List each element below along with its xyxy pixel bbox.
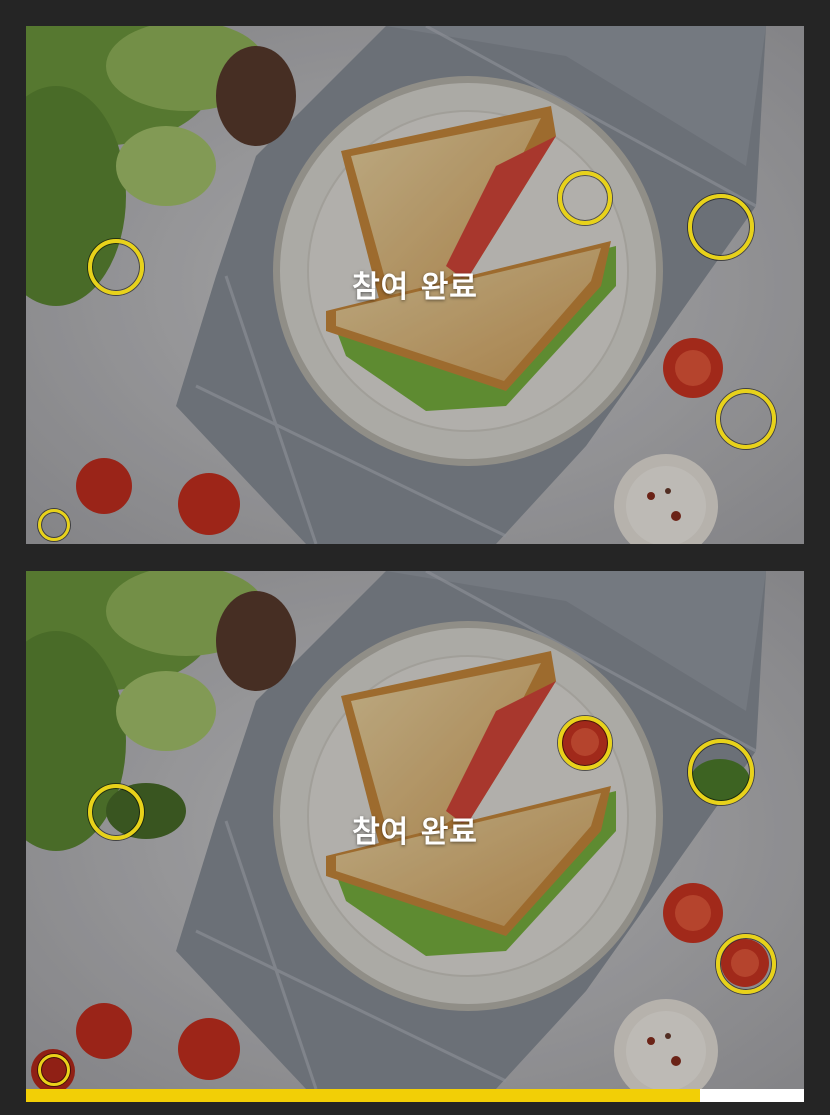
progress-bar — [26, 1089, 804, 1102]
completion-label: 참여 완료 — [352, 815, 478, 850]
completion-label: 참여 완료 — [352, 270, 478, 305]
found-difference-marker[interactable] — [688, 739, 754, 805]
progress-bar-fill — [26, 1089, 700, 1102]
found-difference-marker[interactable] — [558, 716, 612, 770]
modified-image-panel[interactable]: 참여 완료 — [26, 571, 804, 1089]
found-difference-marker[interactable] — [558, 171, 612, 225]
original-image-panel[interactable]: 참여 완료 — [26, 26, 804, 544]
found-difference-marker[interactable] — [716, 934, 776, 994]
found-difference-marker[interactable] — [688, 194, 754, 260]
found-difference-marker[interactable] — [38, 509, 70, 541]
found-difference-marker[interactable] — [716, 389, 776, 449]
found-difference-marker[interactable] — [38, 1054, 70, 1086]
